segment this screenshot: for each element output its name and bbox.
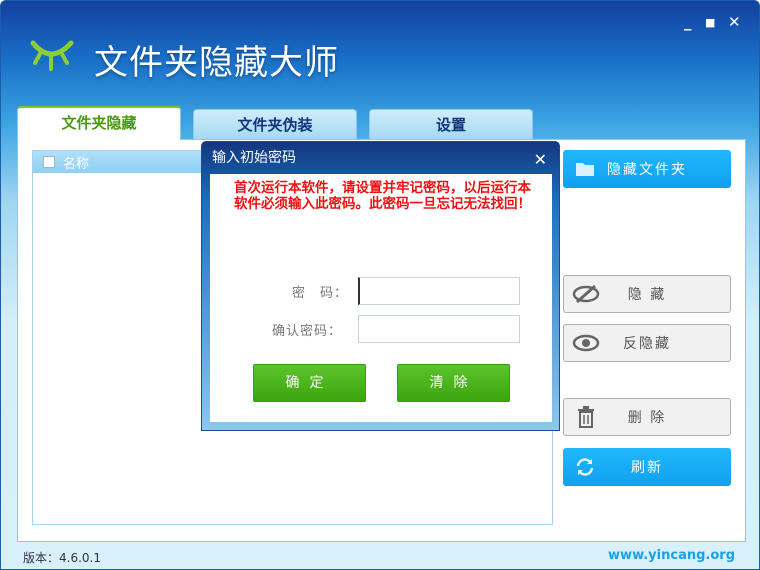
clear-button[interactable]: 清除	[397, 364, 510, 402]
tab-folder-disguise[interactable]: 文件夹伪装	[193, 109, 357, 139]
folder-icon	[563, 161, 607, 177]
main-window: _ ■ ✕ 文件夹隐藏大师 文件夹隐藏 文件夹伪装 设置 名称 隐藏文件夹 隐 …	[0, 0, 760, 570]
hide-folder-label: 隐藏文件夹	[607, 162, 687, 178]
unhide-button[interactable]: 反隐藏	[563, 324, 731, 362]
unhide-label: 反隐藏	[623, 336, 671, 352]
hide-label: 隐 藏	[627, 287, 667, 303]
close-button[interactable]: ✕	[728, 13, 741, 31]
confirm-password-input[interactable]	[358, 315, 520, 343]
select-all-checkbox[interactable]	[43, 156, 55, 168]
hide-folder-button[interactable]: 隐藏文件夹	[563, 150, 731, 188]
ok-button[interactable]: 确定	[253, 364, 366, 402]
password-label: 密 码：	[292, 286, 349, 301]
confirm-password-label: 确认密码：	[272, 324, 343, 339]
dialog-title: 输入初始密码	[212, 150, 296, 166]
app-title: 文件夹隐藏大师	[94, 43, 339, 83]
eye-logo-icon	[30, 40, 74, 71]
version-text: 版本：4.6.0.1	[23, 551, 101, 565]
column-name[interactable]: 名称	[63, 153, 89, 172]
minimize-button[interactable]: _	[684, 13, 692, 31]
maximize-button[interactable]: ■	[705, 16, 715, 29]
delete-button[interactable]: 删 除	[563, 398, 731, 436]
refresh-button[interactable]: 刷新	[563, 448, 731, 486]
initial-password-dialog: 输入初始密码 ✕ 首次运行本软件，请设置并牢记密码，以后运行本软件必须输入此密码…	[201, 141, 560, 431]
eye-slash-icon	[564, 284, 608, 304]
warning-message: 首次运行本软件，请设置并牢记密码，以后运行本软件必须输入此密码。此密码一旦忘记无…	[234, 180, 531, 212]
tab-folder-hide[interactable]: 文件夹隐藏	[17, 106, 181, 140]
delete-label: 删 除	[627, 410, 667, 426]
dialog-body: 首次运行本软件，请设置并牢记密码，以后运行本软件必须输入此密码。此密码一旦忘记无…	[210, 174, 552, 422]
eye-icon	[564, 333, 608, 353]
refresh-label: 刷新	[631, 460, 663, 476]
website-link[interactable]: www.yincang.org	[608, 548, 735, 563]
refresh-icon	[563, 457, 607, 477]
dialog-close-icon[interactable]: ✕	[534, 150, 547, 169]
tab-settings[interactable]: 设置	[369, 109, 533, 139]
hide-button[interactable]: 隐 藏	[563, 275, 731, 313]
trash-icon	[564, 406, 608, 428]
password-input[interactable]	[358, 277, 520, 305]
